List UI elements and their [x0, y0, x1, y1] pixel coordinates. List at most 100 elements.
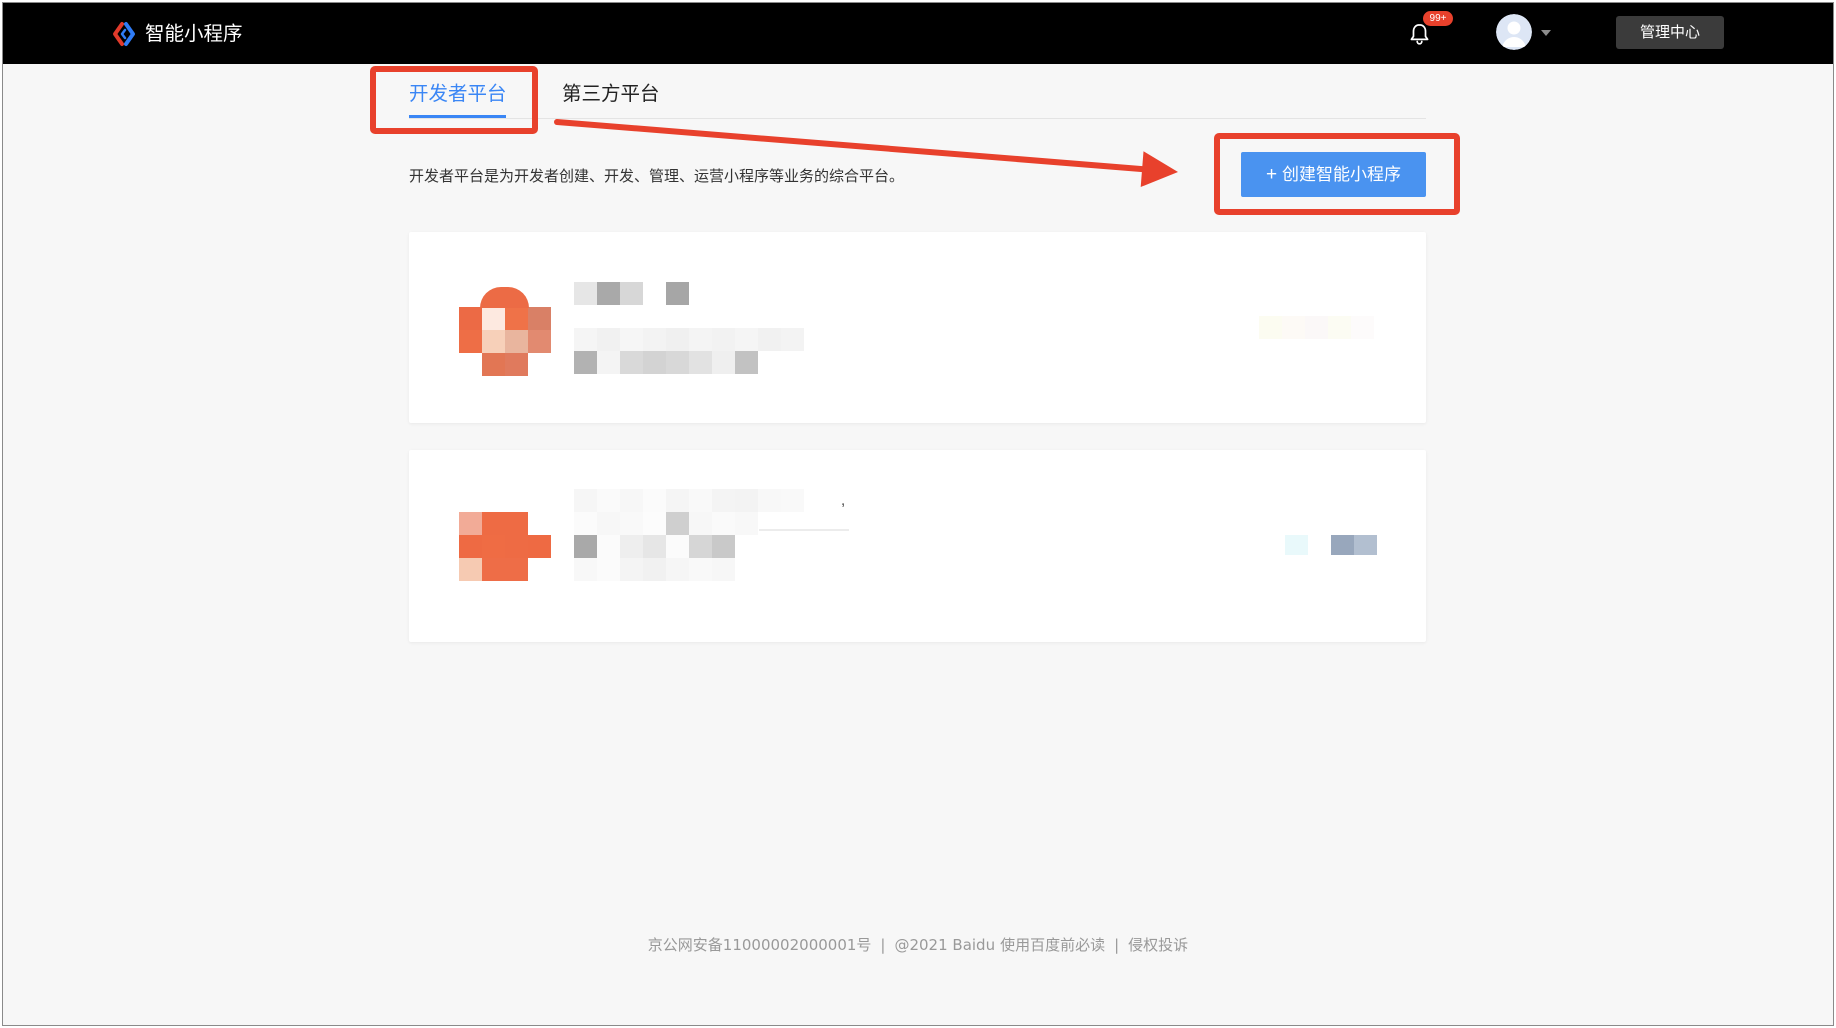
mosaic-pixel — [666, 282, 689, 305]
mosaic-pixel — [689, 558, 712, 581]
app-card[interactable] — [409, 232, 1426, 423]
app-status-redacted — [1285, 535, 1377, 557]
mosaic-pixel — [482, 512, 505, 535]
top-navbar — [3, 3, 1833, 64]
complaint-link[interactable]: 侵权投诉 — [1128, 936, 1188, 954]
mosaic-pixel — [735, 512, 758, 535]
mosaic-pixel — [689, 512, 712, 535]
mosaic-pixel — [1328, 316, 1351, 339]
app-icon — [459, 287, 551, 376]
mosaic-pixel — [666, 328, 689, 351]
mosaic-pixel — [459, 307, 482, 330]
mosaic-pixel — [689, 489, 712, 512]
mosaic-pixel — [597, 535, 620, 558]
active-tab-indicator — [409, 115, 506, 118]
mosaic-pixel — [620, 328, 643, 351]
mosaic-pixel — [597, 489, 620, 512]
app-status-redacted — [1259, 316, 1374, 339]
mosaic-pixel — [666, 489, 689, 512]
icp-record-link[interactable]: 京公网安备11000002000001号 — [648, 936, 872, 954]
mosaic-pixel — [712, 535, 735, 558]
mosaic-pixel — [666, 558, 689, 581]
mosaic-pixel — [666, 512, 689, 535]
mosaic-pixel — [505, 330, 528, 353]
mosaic-pixel — [689, 351, 712, 374]
mosaic-pixel — [620, 282, 643, 305]
mosaic-pixel — [666, 351, 689, 374]
mosaic-pixel — [643, 512, 666, 535]
app-info-redacted: , — [574, 489, 854, 581]
app-name-fragment: , — [841, 492, 846, 509]
mosaic-pixel — [620, 535, 643, 558]
caret-down-icon[interactable] — [1541, 30, 1551, 36]
app-info-redacted — [574, 282, 804, 374]
mosaic-pixel — [620, 558, 643, 581]
footer-separator: | — [880, 936, 886, 954]
mosaic-pixel — [759, 529, 849, 531]
create-button-label: 创建智能小程序 — [1282, 165, 1402, 185]
mosaic-pixel — [712, 351, 735, 374]
mosaic-pixel — [597, 351, 620, 374]
mosaic-pixel — [574, 512, 597, 535]
mosaic-pixel — [597, 282, 620, 305]
mosaic-pixel — [459, 330, 482, 353]
mosaic-pixel — [712, 489, 735, 512]
tab-developer-platform[interactable]: 开发者平台 — [409, 82, 507, 106]
footer-separator: | — [1114, 936, 1120, 954]
mosaic-pixel — [574, 351, 597, 374]
mosaic-pixel — [505, 307, 528, 330]
mosaic-pixel — [482, 558, 505, 581]
mosaic-pixel — [712, 328, 735, 351]
mosaic-pixel — [459, 558, 482, 581]
mosaic-pixel — [482, 535, 505, 558]
mosaic-pixel — [689, 535, 712, 558]
mosaic-pixel — [758, 328, 781, 351]
mosaic-pixel — [528, 535, 551, 558]
mosaic-pixel — [459, 535, 482, 558]
plus-icon: + — [1265, 164, 1278, 185]
app-card[interactable]: , — [409, 450, 1426, 642]
mosaic-pixel — [643, 558, 666, 581]
mosaic-pixel — [505, 558, 528, 581]
mosaic-pixel — [1305, 316, 1328, 339]
mosaic-pixel — [1351, 316, 1374, 339]
mosaic-pixel — [1331, 535, 1354, 555]
mosaic-pixel — [574, 282, 597, 305]
mosaic-pixel — [597, 558, 620, 581]
mosaic-pixel — [574, 558, 597, 581]
app-title[interactable]: 智能小程序 — [145, 21, 243, 47]
app-icon — [459, 512, 551, 581]
mosaic-pixel — [1259, 316, 1282, 339]
mosaic-pixel — [1282, 316, 1305, 339]
mosaic-pixel — [735, 328, 758, 351]
mosaic-pixel — [597, 328, 620, 351]
mosaic-pixel — [689, 328, 712, 351]
mosaic-pixel — [480, 287, 529, 308]
mosaic-pixel — [482, 307, 505, 330]
smart-program-logo-icon[interactable] — [111, 21, 137, 47]
create-smart-program-button[interactable]: + 创建智能小程序 — [1241, 152, 1426, 197]
mosaic-pixel — [528, 307, 551, 330]
footer: 京公网安备11000002000001号 | @2021 Baidu 使用百度前必读 |… — [0, 935, 1836, 955]
platform-description: 开发者平台是为开发者创建、开发、管理、运营小程序等业务的综合平台。 — [409, 167, 905, 185]
mosaic-pixel — [735, 351, 758, 374]
tab-divider — [409, 118, 1426, 119]
mosaic-pixel — [735, 489, 758, 512]
mosaic-pixel — [643, 351, 666, 374]
mosaic-pixel — [459, 512, 482, 535]
mosaic-pixel — [643, 489, 666, 512]
mosaic-pixel — [1354, 535, 1377, 555]
mosaic-pixel — [574, 535, 597, 558]
mosaic-pixel — [528, 330, 551, 353]
mosaic-pixel — [482, 353, 505, 376]
copyright-text: @2021 Baidu — [894, 936, 996, 954]
mosaic-pixel — [620, 351, 643, 374]
mosaic-pixel — [643, 328, 666, 351]
terms-link[interactable]: 使用百度前必读 — [1000, 936, 1105, 954]
notification-badge: 99+ — [1423, 11, 1453, 26]
tab-third-party-platform[interactable]: 第三方平台 — [562, 82, 660, 106]
admin-center-button[interactable]: 管理中心 — [1616, 16, 1724, 49]
mosaic-pixel — [1285, 535, 1308, 555]
mosaic-pixel — [758, 489, 781, 512]
avatar-icon[interactable] — [1496, 14, 1532, 50]
